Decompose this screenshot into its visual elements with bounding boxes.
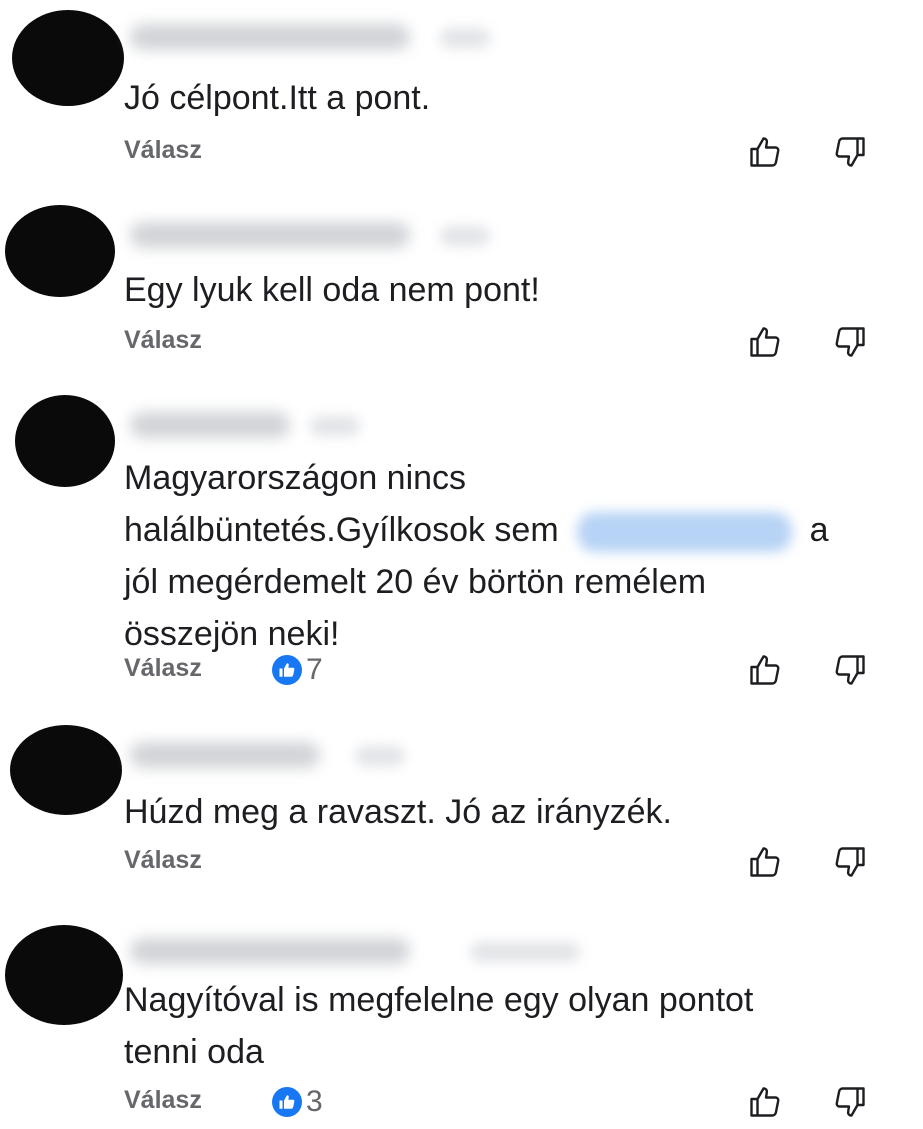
thumbs-down-icon[interactable] <box>832 134 868 170</box>
redacted-link[interactable] <box>576 512 792 553</box>
comment-line: Magyarországon nincs <box>124 459 467 497</box>
comment-line: tenni oda <box>124 1033 264 1071</box>
reply-button[interactable]: Válasz <box>124 846 202 875</box>
comment-line: Egy lyuk kell oda nem pont! <box>124 271 540 309</box>
comment-line-part: halálbüntetés.Gyílkosok sem <box>124 511 559 549</box>
thumbs-up-icon[interactable] <box>747 844 783 880</box>
author-name-redacted <box>130 222 410 248</box>
thumbs-up-icon[interactable] <box>747 652 783 688</box>
like-count: 7 <box>306 653 323 686</box>
comment-actions: Válasz 7 <box>124 650 883 690</box>
comment-line-part: a <box>809 511 829 549</box>
comment-line: jól megérdemelt 20 év börtön remélem <box>124 563 707 601</box>
avatar[interactable] <box>5 205 115 297</box>
reply-button[interactable]: Válasz <box>124 654 202 683</box>
like-reaction-icon <box>272 655 302 685</box>
timestamp-redacted <box>470 942 580 962</box>
reaction-summary[interactable]: 3 <box>272 1082 323 1122</box>
avatar[interactable] <box>12 10 124 106</box>
reply-button[interactable]: Válasz <box>124 1086 202 1115</box>
timestamp-redacted <box>355 746 405 766</box>
comment-line: Jó célpont.Itt a pont. <box>124 79 431 117</box>
author-name-redacted <box>130 938 410 964</box>
timestamp-redacted <box>440 28 490 48</box>
thumbs-down-icon[interactable] <box>832 844 868 880</box>
comment-text: Egy lyuk kell oda nem pont! <box>124 264 884 316</box>
avatar[interactable] <box>15 395 115 487</box>
thumbs-down-icon[interactable] <box>832 652 868 688</box>
comment-actions: Válasz <box>124 132 883 172</box>
thumbs-up-icon[interactable] <box>747 324 783 360</box>
like-count: 3 <box>306 1085 323 1118</box>
reply-button[interactable]: Válasz <box>124 326 202 355</box>
comment-text: Jó célpont.Itt a pont. <box>124 72 884 124</box>
thumbs-up-icon[interactable] <box>747 1084 783 1120</box>
comment-line: halálbüntetés.Gyílkosok sem a <box>124 504 884 556</box>
thumbs-down-icon[interactable] <box>832 324 868 360</box>
timestamp-redacted <box>310 416 360 436</box>
comment-text: Húzd meg a ravaszt. Jó az irányzék. <box>124 786 884 838</box>
comment-text: Magyarországon nincs halálbüntetés.Gyílk… <box>124 452 884 660</box>
author-name-redacted <box>130 24 410 50</box>
comment-actions: Válasz <box>124 842 883 882</box>
thumbs-down-icon[interactable] <box>832 1084 868 1120</box>
reaction-summary[interactable]: 7 <box>272 650 323 690</box>
comment-actions: Válasz <box>124 322 883 362</box>
reply-button[interactable]: Válasz <box>124 136 202 165</box>
comment-line: Nagyítóval is megfelelne egy olyan ponto… <box>124 981 754 1019</box>
timestamp-redacted <box>440 226 490 246</box>
avatar[interactable] <box>10 725 122 815</box>
author-name-redacted <box>130 742 320 768</box>
thumbs-up-icon[interactable] <box>747 134 783 170</box>
author-name-redacted <box>130 412 290 438</box>
like-reaction-icon <box>272 1087 302 1117</box>
avatar[interactable] <box>5 925 123 1025</box>
comment-actions: Válasz 3 <box>124 1082 883 1122</box>
comment-text: Nagyítóval is megfelelne egy olyan ponto… <box>124 974 884 1078</box>
comment-line: Húzd meg a ravaszt. Jó az irányzék. <box>124 793 673 831</box>
